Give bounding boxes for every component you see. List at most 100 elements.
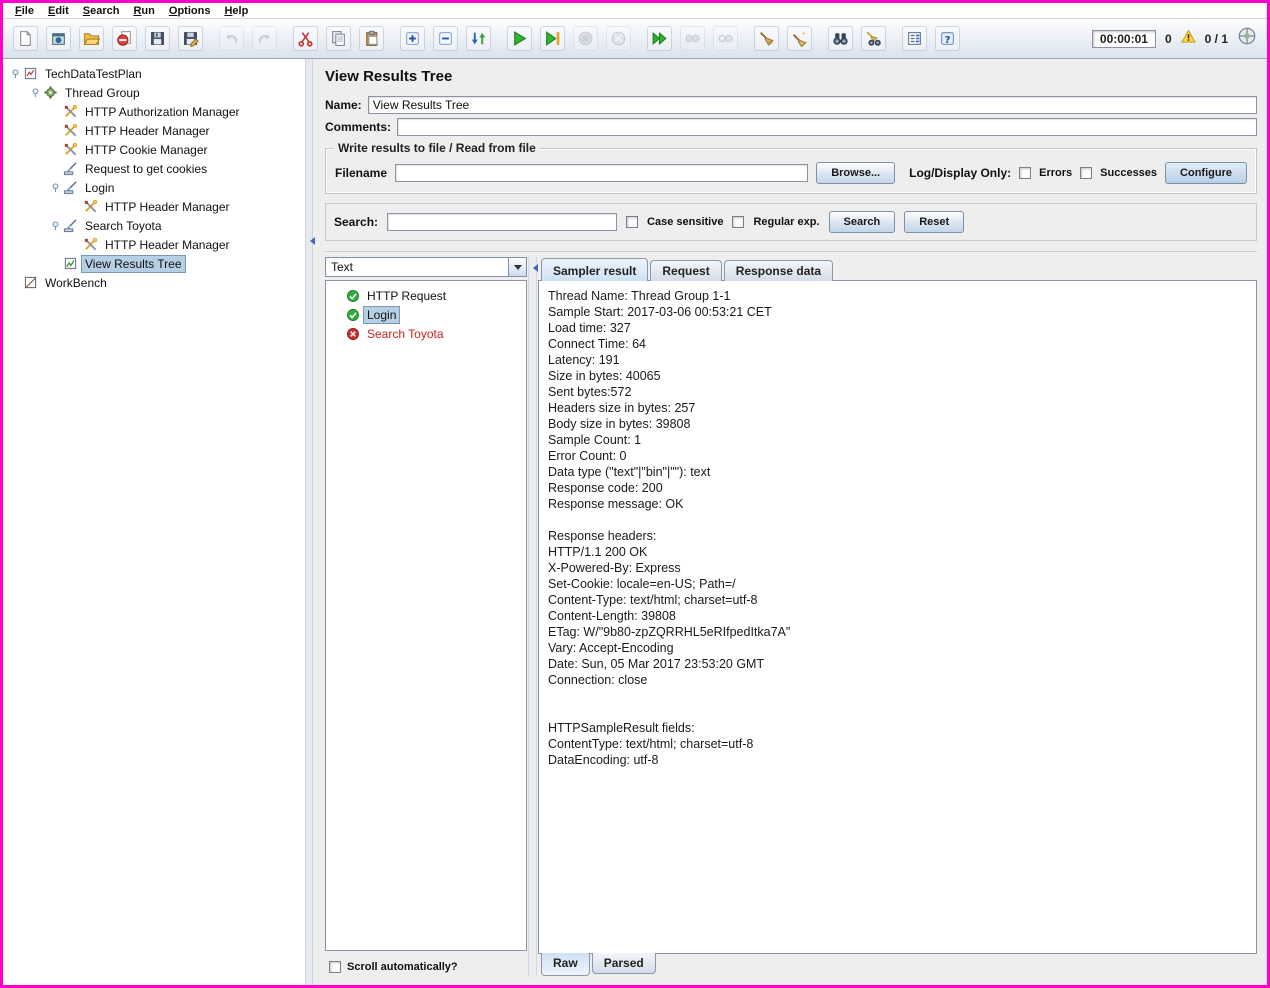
menu-file[interactable]: File <box>8 5 41 17</box>
toggle-button[interactable] <box>466 26 491 51</box>
templates-button[interactable] <box>46 26 71 51</box>
search-button[interactable] <box>828 26 853 51</box>
function-helper-button[interactable] <box>902 26 927 51</box>
name-input[interactable] <box>367 96 1257 114</box>
paste-button[interactable] <box>359 26 384 51</box>
redo-icon <box>258 34 270 43</box>
tree-knob-icon <box>32 88 38 97</box>
clear-button[interactable] <box>754 26 779 51</box>
search-input[interactable] <box>387 213 618 231</box>
search-reset-icon <box>866 31 881 46</box>
groupbox-title: Write results to file / Read from file <box>334 141 540 155</box>
expand-all-icon <box>406 32 419 45</box>
comments-input[interactable] <box>397 118 1257 136</box>
result-item-http-request[interactable]: HTTP Request <box>328 286 524 305</box>
remote-shutdown-all-button[interactable] <box>713 26 738 51</box>
save-as-button[interactable] <box>178 26 203 51</box>
tree-node-label: WorkBench <box>45 275 107 290</box>
redo-button[interactable] <box>252 26 277 51</box>
render-tab-parsed[interactable]: Parsed <box>591 953 656 974</box>
sampler-result-content: Thread Name: Thread Group 1-1 Sample Sta… <box>538 280 1257 954</box>
tree-node-label: HTTP Authorization Manager <box>85 104 240 119</box>
reset-button[interactable]: Reset <box>904 211 965 233</box>
shutdown-icon <box>611 31 626 46</box>
help-button[interactable]: ? <box>935 26 960 51</box>
tree-node-label: Login <box>85 180 115 195</box>
new-file-button[interactable] <box>13 26 38 51</box>
toggle-icon <box>471 32 486 45</box>
tree-node-view-results-tree[interactable]: View Results Tree <box>7 254 305 273</box>
tab-request[interactable]: Request <box>650 260 722 281</box>
render-tab-raw[interactable]: Raw <box>541 953 590 976</box>
cut-button[interactable] <box>293 26 318 51</box>
renderer-select[interactable]: Text <box>325 257 527 277</box>
successes-checkbox[interactable] <box>1080 167 1093 179</box>
results-splitter[interactable] <box>528 257 538 977</box>
tab-response-data[interactable]: Response data <box>723 260 834 281</box>
start-button[interactable] <box>507 26 532 51</box>
sampler-icon <box>63 162 77 176</box>
errors-checkbox[interactable] <box>1019 167 1032 179</box>
tree-node-workbench[interactable]: WorkBench <box>7 273 305 292</box>
tree-node-search-toyota[interactable]: Search Toyota <box>7 216 305 235</box>
menu-options[interactable]: Options <box>162 5 218 17</box>
tree-node-login[interactable]: Login <box>7 178 305 197</box>
page-title: View Results Tree <box>325 68 453 85</box>
tree-node-thread-group[interactable]: Thread Group <box>7 83 305 102</box>
browse-button[interactable]: Browse... <box>816 162 896 184</box>
tree-node-http-header-manager[interactable]: HTTP Header Manager <box>7 197 305 216</box>
shutdown-button[interactable] <box>606 26 631 51</box>
tree-splitter[interactable] <box>305 59 315 985</box>
result-item-label: Login <box>362 305 401 324</box>
comments-row: Comments: <box>325 118 1257 136</box>
undo-button[interactable] <box>219 26 244 51</box>
tree-node-http-cookie-manager[interactable]: HTTP Cookie Manager <box>7 140 305 159</box>
collapse-all-button[interactable] <box>433 26 458 51</box>
warning-indicator[interactable] <box>1180 28 1196 49</box>
tab-sampler-result[interactable]: Sampler result <box>541 258 649 281</box>
close-file-icon <box>117 31 131 46</box>
collapse-all-icon <box>439 32 452 45</box>
expand-all-button[interactable] <box>400 26 425 51</box>
remote-stop-all-button[interactable] <box>680 26 705 51</box>
open-folder-button[interactable] <box>79 26 104 51</box>
menu-help[interactable]: Help <box>217 5 255 17</box>
tree-node-http-header-manager[interactable]: HTTP Header Manager <box>7 235 305 254</box>
toolbar: ? 00:00:01 0 0 / 1 <box>3 19 1267 59</box>
results-left-column: Text HTTP Request Login Search Toyota Scro… <box>325 257 527 977</box>
result-item-login[interactable]: Login <box>328 305 524 324</box>
tree-node-http-authorization-manager[interactable]: HTTP Authorization Manager <box>7 102 305 121</box>
search-reset-button[interactable] <box>861 26 886 51</box>
thread-group-icon <box>44 86 57 99</box>
menu-run[interactable]: Run <box>126 5 161 17</box>
globe-icon <box>1238 27 1256 45</box>
regular-exp-checkbox[interactable] <box>732 216 745 228</box>
tree-node-http-header-manager[interactable]: HTTP Header Manager <box>7 121 305 140</box>
renderer-dropdown-button[interactable] <box>508 258 526 276</box>
test-plan-icon <box>24 67 37 80</box>
close-file-button[interactable] <box>112 26 137 51</box>
copy-button[interactable] <box>326 26 351 51</box>
name-label: Name: <box>325 98 362 112</box>
save-button[interactable] <box>145 26 170 51</box>
search-button[interactable]: Search <box>828 211 896 233</box>
start-no-pauses-button[interactable] <box>540 26 565 51</box>
filename-input[interactable] <box>395 164 809 182</box>
sampler-icon <box>63 181 77 195</box>
tree-node-techdatatestplan[interactable]: TechDataTestPlan <box>7 64 305 83</box>
config-icon <box>84 199 98 213</box>
case-sensitive-checkbox[interactable] <box>626 216 639 228</box>
stop-button[interactable] <box>573 26 598 51</box>
clear-all-button[interactable] <box>787 26 812 51</box>
case-sensitive-label: Case sensitive <box>647 216 724 228</box>
configure-button[interactable]: Configure <box>1165 162 1247 184</box>
result-item-search-toyota[interactable]: Search Toyota <box>328 324 524 343</box>
menu-edit[interactable]: Edit <box>41 5 76 17</box>
remote-start-all-button[interactable] <box>647 26 672 51</box>
cut-icon <box>298 32 313 47</box>
menu-search[interactable]: Search <box>76 5 127 17</box>
tree-knob-icon <box>52 183 58 192</box>
tree-node-request-to-get-cookies[interactable]: Request to get cookies <box>7 159 305 178</box>
scroll-automatically-checkbox[interactable] <box>329 961 341 973</box>
svg-text:?: ? <box>945 35 951 46</box>
